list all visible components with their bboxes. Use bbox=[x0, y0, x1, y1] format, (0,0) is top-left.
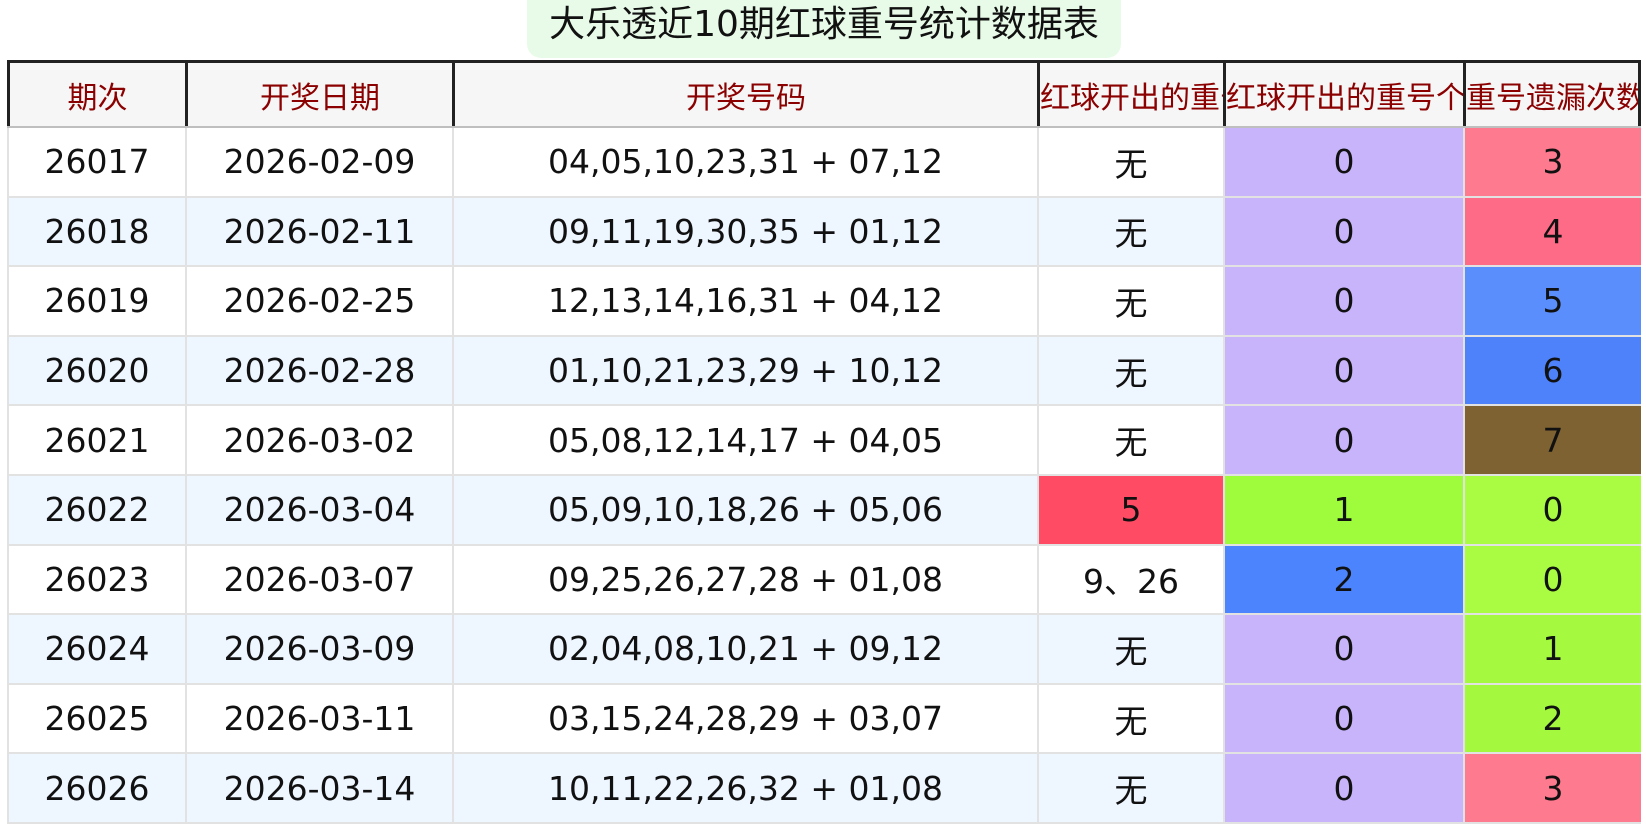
cell-date: 2026-02-11 bbox=[185, 197, 452, 266]
cell-repeat-count: 0 bbox=[1223, 684, 1463, 753]
cell-issue: 26024 bbox=[7, 615, 185, 683]
table-row: 26017 2026-02-09 04,05,10,23,31 + 07,12 无 0 3 bbox=[7, 128, 1641, 198]
cell-repeat: 无 bbox=[1037, 615, 1223, 683]
cell-repeat-count: 2 bbox=[1223, 545, 1463, 614]
cell-numbers: 05,08,12,14,17 + 04,05 bbox=[452, 406, 1037, 474]
cell-miss: 0 bbox=[1463, 475, 1641, 544]
cell-repeat-count: 0 bbox=[1223, 128, 1463, 196]
cell-numbers: 02,04,08,10,21 + 09,12 bbox=[452, 615, 1037, 683]
cell-issue: 26023 bbox=[7, 545, 185, 614]
cell-repeat: 无 bbox=[1037, 754, 1223, 822]
cell-issue: 26017 bbox=[7, 128, 185, 196]
cell-date: 2026-03-07 bbox=[185, 545, 452, 614]
cell-issue: 26018 bbox=[7, 197, 185, 266]
cell-numbers: 10,11,22,26,32 + 01,08 bbox=[452, 754, 1037, 822]
table-row: 26024 2026-03-09 02,04,08,10,21 + 09,12 无 0 1 bbox=[7, 615, 1641, 685]
cell-miss: 7 bbox=[1463, 406, 1641, 474]
cell-date: 2026-03-04 bbox=[185, 475, 452, 544]
cell-miss: 3 bbox=[1463, 754, 1641, 822]
header-repeat: 红球开出的重号 bbox=[1037, 63, 1223, 126]
cell-issue: 26021 bbox=[7, 406, 185, 474]
cell-numbers: 05,09,10,18,26 + 05,06 bbox=[452, 475, 1037, 544]
cell-issue: 26022 bbox=[7, 475, 185, 544]
cell-repeat: 无 bbox=[1037, 267, 1223, 335]
table-header: 期次 开奖日期 开奖号码 红球开出的重号 红球开出的重号个数 重号遗漏次数 bbox=[7, 60, 1641, 128]
cell-numbers: 03,15,24,28,29 + 03,07 bbox=[452, 684, 1037, 753]
cell-date: 2026-03-14 bbox=[185, 754, 452, 822]
cell-miss: 1 bbox=[1463, 615, 1641, 683]
table-title: 大乐透近10期红球重号统计数据表 bbox=[527, 0, 1121, 58]
cell-numbers: 01,10,21,23,29 + 10,12 bbox=[452, 336, 1037, 405]
table-row: 26023 2026-03-07 09,25,26,27,28 + 01,08 9、2… bbox=[7, 545, 1641, 616]
cell-repeat: 无 bbox=[1037, 336, 1223, 405]
table-row: 26025 2026-03-11 03,15,24,28,29 + 03,07 无 0 2 bbox=[7, 684, 1641, 755]
cell-miss: 6 bbox=[1463, 336, 1641, 405]
cell-repeat-count: 1 bbox=[1223, 475, 1463, 544]
cell-miss: 0 bbox=[1463, 545, 1641, 614]
table-row: 26019 2026-02-25 12,13,14,16,31 + 04,12 无 0 5 bbox=[7, 267, 1641, 337]
cell-repeat-count: 0 bbox=[1223, 336, 1463, 405]
table-row: 26022 2026-03-04 05,09,10,18,26 + 05,06 5 1 0 bbox=[7, 475, 1641, 546]
cell-date: 2026-03-11 bbox=[185, 684, 452, 753]
cell-repeat: 无 bbox=[1037, 197, 1223, 266]
cell-miss: 4 bbox=[1463, 197, 1641, 266]
cell-issue: 26026 bbox=[7, 754, 185, 822]
cell-date: 2026-03-09 bbox=[185, 615, 452, 683]
cell-issue: 26025 bbox=[7, 684, 185, 753]
table-row: 26018 2026-02-11 09,11,19,30,35 + 01,12 无 0 4 bbox=[7, 197, 1641, 268]
repeat-stats-table: 期次 开奖日期 开奖号码 红球开出的重号 红球开出的重号个数 重号遗漏次数 26… bbox=[7, 60, 1641, 824]
cell-repeat: 9、26 bbox=[1037, 545, 1223, 614]
cell-repeat-count: 0 bbox=[1223, 267, 1463, 335]
header-issue: 期次 bbox=[7, 63, 185, 126]
cell-miss: 5 bbox=[1463, 267, 1641, 335]
header-numbers: 开奖号码 bbox=[452, 63, 1037, 126]
cell-date: 2026-03-02 bbox=[185, 406, 452, 474]
cell-date: 2026-02-28 bbox=[185, 336, 452, 405]
cell-date: 2026-02-09 bbox=[185, 128, 452, 196]
cell-issue: 26020 bbox=[7, 336, 185, 405]
table-row: 26020 2026-02-28 01,10,21,23,29 + 10,12 无 0 6 bbox=[7, 336, 1641, 407]
cell-numbers: 04,05,10,23,31 + 07,12 bbox=[452, 128, 1037, 196]
cell-repeat-count: 0 bbox=[1223, 615, 1463, 683]
cell-issue: 26019 bbox=[7, 267, 185, 335]
cell-numbers: 09,11,19,30,35 + 01,12 bbox=[452, 197, 1037, 266]
cell-miss: 3 bbox=[1463, 128, 1641, 196]
header-date: 开奖日期 bbox=[185, 63, 452, 126]
cell-repeat-count: 0 bbox=[1223, 754, 1463, 822]
cell-repeat: 无 bbox=[1037, 684, 1223, 753]
table-row: 26026 2026-03-14 10,11,22,26,32 + 01,08 无 0 3 bbox=[7, 754, 1641, 824]
header-miss: 重号遗漏次数 bbox=[1463, 63, 1641, 126]
cell-repeat: 无 bbox=[1037, 406, 1223, 474]
cell-repeat-count: 0 bbox=[1223, 406, 1463, 474]
cell-repeat-count: 0 bbox=[1223, 197, 1463, 266]
cell-date: 2026-02-25 bbox=[185, 267, 452, 335]
table-row: 26021 2026-03-02 05,08,12,14,17 + 04,05 无 0 7 bbox=[7, 406, 1641, 476]
header-repeat-count: 红球开出的重号个数 bbox=[1223, 63, 1463, 126]
cell-repeat: 5 bbox=[1037, 475, 1223, 544]
table-body: 26017 2026-02-09 04,05,10,23,31 + 07,12 无 0 3… bbox=[7, 128, 1641, 824]
cell-miss: 2 bbox=[1463, 684, 1641, 753]
cell-repeat: 无 bbox=[1037, 128, 1223, 196]
cell-numbers: 09,25,26,27,28 + 01,08 bbox=[452, 545, 1037, 614]
cell-numbers: 12,13,14,16,31 + 04,12 bbox=[452, 267, 1037, 335]
